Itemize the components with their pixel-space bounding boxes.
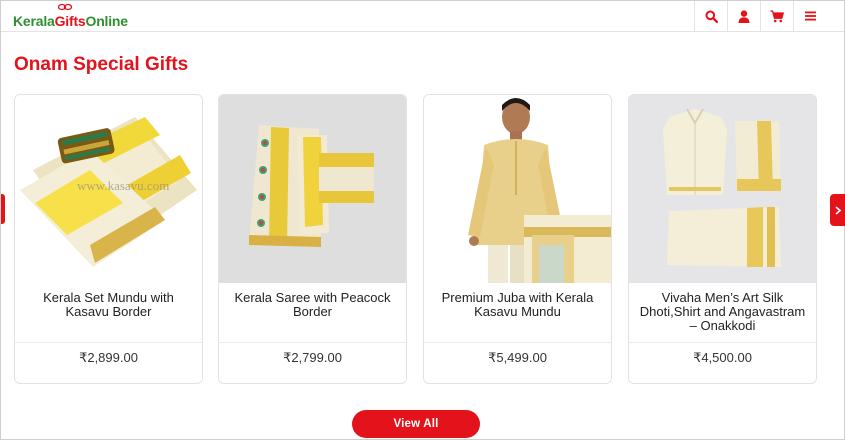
product-image-juba: [424, 95, 611, 283]
product-name[interactable]: Vivaha Men’s Art Silk Dhoti,Shirt and An…: [637, 291, 808, 333]
menu-icon: [804, 11, 816, 21]
product-name[interactable]: Kerala Set Mundu with Kasavu Border: [23, 291, 194, 319]
logo-text-gifts: Gifts: [54, 13, 86, 29]
image-watermark: www.kasavu.com: [77, 178, 169, 193]
view-all-button[interactable]: View All: [352, 410, 480, 438]
product-name[interactable]: Premium Juba with Kerala Kasavu Mundu: [432, 291, 603, 319]
search-icon: [705, 10, 718, 23]
section-title: Onam Special Gifts: [14, 54, 189, 75]
menu-button[interactable]: [793, 1, 826, 31]
product-price: ₹2,899.00: [79, 350, 138, 365]
product-image[interactable]: [424, 95, 611, 283]
carousel-prev-button[interactable]: [1, 194, 5, 224]
product-price: ₹2,799.00: [283, 350, 342, 365]
product-image-dhoti-shirt: [629, 95, 816, 283]
product-card[interactable]: Vivaha Men’s Art Silk Dhoti,Shirt and An…: [628, 94, 817, 384]
card-divider: [219, 342, 406, 343]
product-image[interactable]: www.kasavu.com: [15, 95, 202, 283]
product-image-set-mundu: www.kasavu.com: [15, 95, 202, 283]
cart-button[interactable]: [760, 1, 793, 31]
logo-text-kerala: Kerala: [13, 13, 55, 29]
gift-bow-icon: [58, 3, 72, 11]
site-header: KeralaGiftsOnline: [1, 1, 844, 32]
card-divider: [15, 342, 202, 343]
product-price: ₹5,499.00: [488, 350, 547, 365]
search-button[interactable]: [694, 1, 727, 31]
card-divider: [424, 342, 611, 343]
product-card[interactable]: Premium Juba with Kerala Kasavu Mundu ₹5…: [423, 94, 612, 384]
product-image[interactable]: [219, 95, 406, 283]
product-image[interactable]: [629, 95, 816, 283]
product-price: ₹4,500.00: [693, 350, 752, 365]
card-divider: [629, 342, 816, 343]
product-image-peacock-saree: [219, 95, 406, 283]
account-button[interactable]: [727, 1, 760, 31]
logo-text-online: Online: [85, 13, 129, 29]
product-card[interactable]: Kerala Saree with Peacock Border ₹2,799.…: [218, 94, 407, 384]
logo-text: KeralaGiftsOnline: [13, 13, 128, 29]
chevron-right-icon: [835, 205, 841, 215]
product-card[interactable]: www.kasavu.com Kerala Set Mundu with Kas…: [14, 94, 203, 384]
cart-icon: [770, 9, 784, 22]
carousel-next-button[interactable]: [830, 194, 845, 226]
user-icon: [738, 9, 750, 23]
product-name[interactable]: Kerala Saree with Peacock Border: [227, 291, 398, 319]
